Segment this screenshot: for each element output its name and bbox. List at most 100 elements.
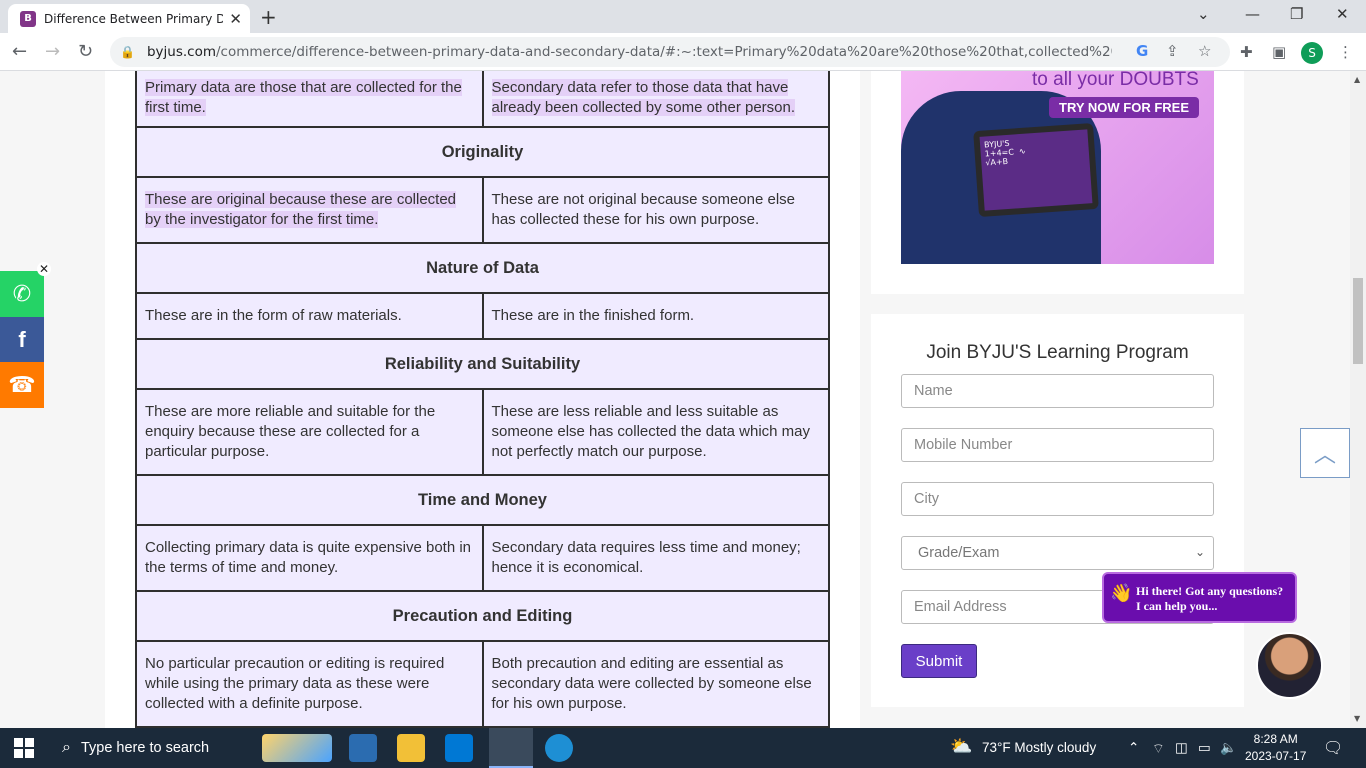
table-row: These are in the form of raw materials. … bbox=[135, 292, 830, 340]
system-clock[interactable]: 8:28 AM 2023-07-17 bbox=[1245, 731, 1306, 765]
window-close-icon[interactable]: ✕ bbox=[1336, 5, 1349, 23]
file-explorer-icon[interactable] bbox=[397, 734, 425, 762]
taskbar-search-text: Type here to search bbox=[80, 740, 210, 756]
waving-hand-icon: 👋 bbox=[1110, 583, 1133, 603]
scrollbar-thumb[interactable] bbox=[1353, 278, 1363, 364]
mobile-input[interactable]: Mobile Number bbox=[901, 428, 1214, 462]
chat-agent-avatar[interactable] bbox=[1256, 632, 1323, 699]
table-cell: Secondary data refer to those data that … bbox=[481, 71, 830, 128]
address-bar[interactable]: 🔒 byjus.com/commerce/difference-between-… bbox=[110, 37, 1230, 67]
section-heading: Originality bbox=[135, 126, 830, 178]
lock-icon[interactable]: 🔒 bbox=[120, 45, 135, 59]
weather-text[interactable]: 73°F Mostly cloudy bbox=[982, 740, 1096, 755]
vertical-scrollbar[interactable]: ▲ ▼ bbox=[1350, 71, 1366, 728]
clock-date: 2023-07-17 bbox=[1245, 749, 1307, 763]
minimize-icon[interactable]: — bbox=[1245, 5, 1260, 23]
tablet-image: BYJU'S 1+4=C ∿ √A+B bbox=[973, 122, 1099, 218]
google-icon[interactable]: G bbox=[1136, 42, 1148, 60]
forward-icon[interactable]: → bbox=[45, 41, 60, 62]
grade-select[interactable]: Grade/Exam ⌄ bbox=[901, 536, 1214, 570]
table-heading-row: Time and Money bbox=[135, 474, 830, 526]
chat-line-1: Hi there! Got any questions? bbox=[1136, 584, 1284, 598]
secondary-cell-text: Secondary data requires less time and mo… bbox=[481, 524, 830, 592]
table-row: These are more reliable and suitable for… bbox=[135, 388, 830, 476]
close-share-icon[interactable]: ✕ bbox=[37, 262, 51, 276]
browser-toolbar: ← → ↻ 🔒 byjus.com/commerce/difference-be… bbox=[0, 33, 1366, 71]
primary-cell-text: Collecting primary data is quite expensi… bbox=[135, 524, 484, 592]
secondary-cell-text: These are less reliable and less suitabl… bbox=[481, 388, 830, 476]
comparison-table: Primary data are those that are collecte… bbox=[135, 71, 830, 728]
tab-strip: B Difference Between Primary Data ✕ + ⌄ … bbox=[0, 0, 1366, 33]
city-input[interactable]: City bbox=[901, 482, 1214, 516]
meet-icon[interactable]: ◫ bbox=[1175, 740, 1188, 756]
submit-button[interactable]: Submit bbox=[901, 644, 977, 678]
bookmark-star-icon[interactable]: ☆ bbox=[1198, 42, 1211, 60]
reload-icon[interactable]: ↻ bbox=[78, 41, 93, 62]
section-heading: Nature of Data bbox=[135, 242, 830, 294]
form-title: Join BYJU'S Learning Program bbox=[926, 342, 1189, 363]
table-heading-row: Precaution and Editing bbox=[135, 590, 830, 642]
url-domain: byjus.com bbox=[146, 44, 216, 60]
close-tab-icon[interactable]: ✕ bbox=[229, 10, 242, 28]
tray-chevron-icon[interactable]: ⌃ bbox=[1128, 740, 1139, 756]
promo-banner[interactable]: BYJU'S 1+4=C ∿ √A+B to all your DOUBTS TRY… bbox=[901, 71, 1214, 264]
weather-icon[interactable]: ⛅ bbox=[950, 736, 972, 757]
primary-cell-text: These are in the form of raw materials. bbox=[135, 292, 484, 340]
table-row: No particular precaution or editing is r… bbox=[135, 640, 830, 728]
table-heading-row: Originality bbox=[135, 126, 830, 178]
table-heading-row: Reliability and Suitability bbox=[135, 338, 830, 390]
windows-start-icon[interactable] bbox=[14, 738, 34, 758]
section-heading: Precaution and Editing bbox=[135, 590, 830, 642]
table-row: Collecting primary data is quite expensi… bbox=[135, 524, 830, 592]
secondary-cell-text: These are in the finished form. bbox=[481, 292, 830, 340]
back-icon[interactable]: ← bbox=[12, 41, 27, 62]
table-row: These are original because these are col… bbox=[135, 176, 830, 244]
tab-search-icon[interactable]: ⌄ bbox=[1197, 5, 1210, 23]
secondary-cell-text: Both precaution and editing are essentia… bbox=[481, 640, 830, 728]
primary-cell-text: No particular precaution or editing is r… bbox=[135, 640, 484, 728]
table-cell: These are original because these are col… bbox=[135, 176, 484, 244]
extensions-icon[interactable]: ✚ bbox=[1240, 43, 1253, 61]
try-now-button[interactable]: TRY NOW FOR FREE bbox=[1049, 97, 1199, 118]
notification-icon[interactable]: 🗨 bbox=[1323, 738, 1343, 758]
whatsapp-icon[interactable]: ✆ bbox=[0, 271, 44, 317]
secondary-cell-text: Secondary data refer to those data that … bbox=[491, 78, 796, 116]
promo-doubts-text: to all your DOUBTS bbox=[1032, 71, 1199, 90]
chat-bubble[interactable]: 👋 Hi there! Got any questions? I can hel… bbox=[1102, 572, 1297, 623]
browser-tab[interactable]: B Difference Between Primary Data ✕ bbox=[8, 4, 250, 33]
facebook-icon[interactable]: f bbox=[0, 317, 44, 363]
byjus-favicon-icon: B bbox=[20, 10, 36, 27]
battery-icon[interactable]: ▭ bbox=[1198, 740, 1211, 756]
chevron-up-icon: ︿ bbox=[1313, 443, 1336, 468]
section-heading: Reliability and Suitability bbox=[135, 338, 830, 390]
scroll-up-arrow-icon[interactable]: ▲ bbox=[1354, 75, 1360, 84]
media-app-icon[interactable] bbox=[349, 734, 377, 762]
scroll-to-top-button[interactable]: ︿ bbox=[1300, 428, 1350, 478]
edge-icon[interactable] bbox=[545, 734, 573, 762]
profile-avatar[interactable]: S bbox=[1301, 42, 1323, 64]
chat-line-2: I can help you... bbox=[1136, 599, 1218, 613]
promo-card: BYJU'S 1+4=C ∿ √A+B to all your DOUBTS TRY… bbox=[871, 71, 1244, 294]
clock-time: 8:28 AM bbox=[1253, 732, 1298, 746]
table-cell: Primary data are those that are collecte… bbox=[135, 71, 484, 128]
article-column: Primary data are those that are collecte… bbox=[105, 71, 860, 728]
new-tab-icon[interactable]: + bbox=[260, 5, 277, 29]
url-text[interactable]: byjus.com/commerce/difference-between-pr… bbox=[147, 44, 1112, 60]
volume-icon[interactable]: 🔈 bbox=[1220, 740, 1237, 756]
scroll-down-arrow-icon[interactable]: ▼ bbox=[1354, 714, 1360, 723]
side-panel-icon[interactable]: ▣ bbox=[1272, 43, 1286, 61]
chrome-icon[interactable] bbox=[489, 728, 533, 768]
search-highlight-icon[interactable] bbox=[262, 734, 332, 762]
primary-cell-text: These are more reliable and suitable for… bbox=[135, 388, 484, 476]
section-heading: Time and Money bbox=[135, 474, 830, 526]
table-heading-row: Nature of Data bbox=[135, 242, 830, 294]
menu-icon[interactable]: ⋮ bbox=[1338, 43, 1353, 61]
secondary-cell-text: These are not original because someone e… bbox=[481, 176, 830, 244]
phone-icon[interactable]: ☎ bbox=[0, 362, 44, 408]
vscode-icon[interactable] bbox=[445, 734, 473, 762]
network-icon[interactable]: ⌔ bbox=[1152, 740, 1165, 757]
restore-icon[interactable]: ❐ bbox=[1290, 5, 1303, 23]
url-path: /commerce/difference-between-primary-dat… bbox=[215, 44, 1112, 60]
name-input[interactable]: Name bbox=[901, 374, 1214, 408]
share-icon[interactable]: ⇪ bbox=[1166, 42, 1179, 60]
